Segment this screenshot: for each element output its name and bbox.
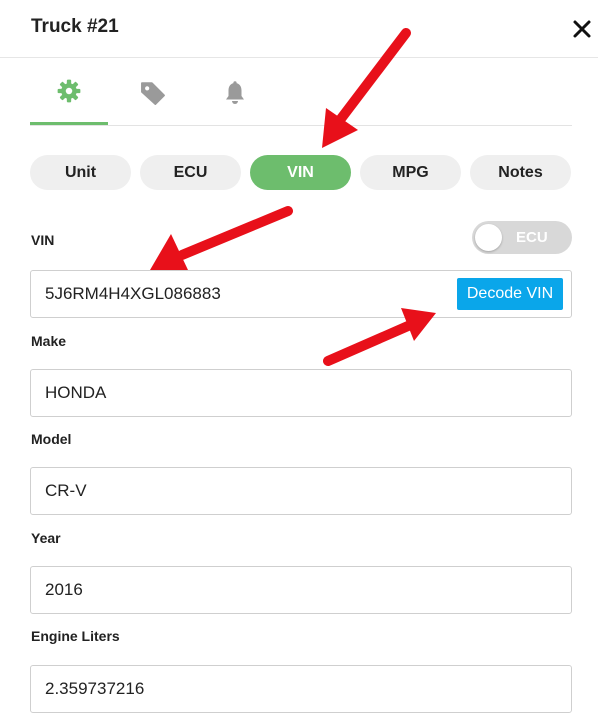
arrowhead-vin-input [150,234,188,270]
make-input[interactable] [31,370,571,416]
segment-vin[interactable]: VIN [250,155,351,190]
segment-unit[interactable]: Unit [30,155,131,190]
year-label: Year [31,530,61,546]
vin-field: Decode VIN [30,270,572,318]
model-input[interactable] [31,468,571,514]
tag-icon [141,81,165,105]
icon-tabs [30,60,572,126]
segment-notes[interactable]: Notes [470,155,571,190]
segment-ecu[interactable]: ECU [140,155,241,190]
dialog-header: Truck #21 [0,0,598,58]
vin-label: VIN [31,232,55,248]
dialog-title: Truck #21 [31,16,119,37]
tab-settings[interactable] [30,60,108,125]
make-field [30,369,572,417]
year-field [30,566,572,614]
decode-vin-button[interactable]: Decode VIN [457,278,563,310]
gear-icon [57,79,81,103]
tab-tags[interactable] [114,60,192,125]
model-label: Model [31,431,72,447]
engine-liters-input[interactable] [31,666,571,712]
bell-icon [226,80,244,104]
vin-input[interactable] [31,271,451,317]
toggle-knob [475,224,502,251]
tab-alerts[interactable] [196,60,274,125]
arrow-to-vin-input [177,206,293,260]
close-icon[interactable] [572,18,592,40]
engine-liters-label: Engine Liters [31,628,120,644]
year-input[interactable] [31,567,571,613]
make-label: Make [31,333,67,349]
ecu-toggle[interactable]: ECU [472,221,572,254]
engine-liters-field [30,665,572,713]
model-field [30,467,572,515]
segment-mpg[interactable]: MPG [360,155,461,190]
arrow-to-decode-button [323,321,413,366]
toggle-label: ECU [516,229,548,246]
